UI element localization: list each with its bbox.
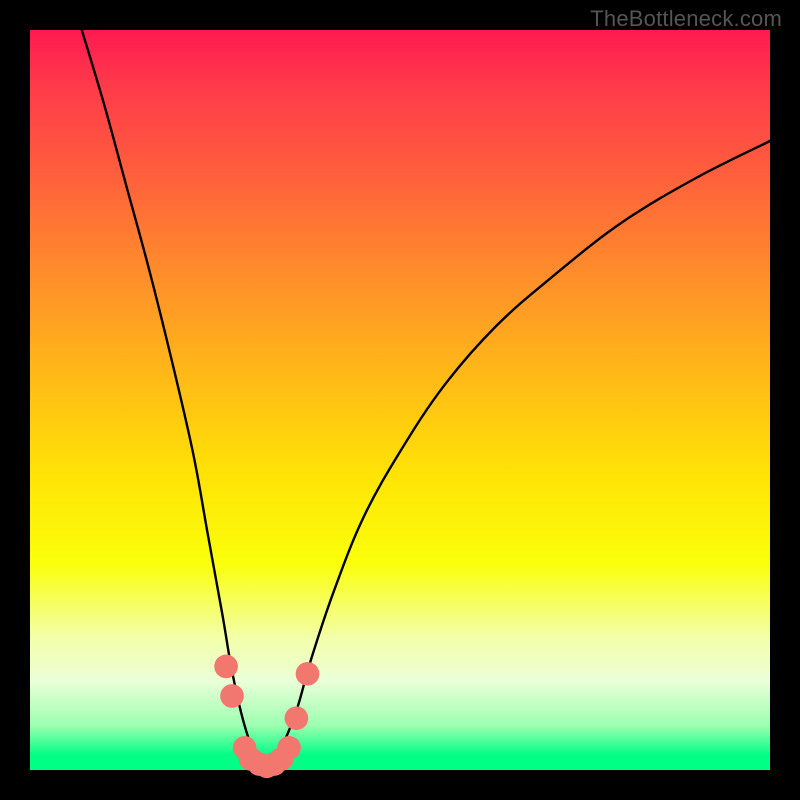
highlight-dot <box>220 684 244 708</box>
outer-frame: TheBottleneck.com <box>0 0 800 800</box>
highlight-dot <box>285 706 309 730</box>
highlight-dots <box>214 655 319 779</box>
highlight-dot <box>214 655 238 679</box>
plot-area <box>30 30 770 770</box>
bottleneck-curve <box>82 30 770 770</box>
watermark-text: TheBottleneck.com <box>590 6 782 32</box>
highlight-dot <box>296 662 320 686</box>
chart-svg <box>30 30 770 770</box>
highlight-dot <box>277 736 301 760</box>
